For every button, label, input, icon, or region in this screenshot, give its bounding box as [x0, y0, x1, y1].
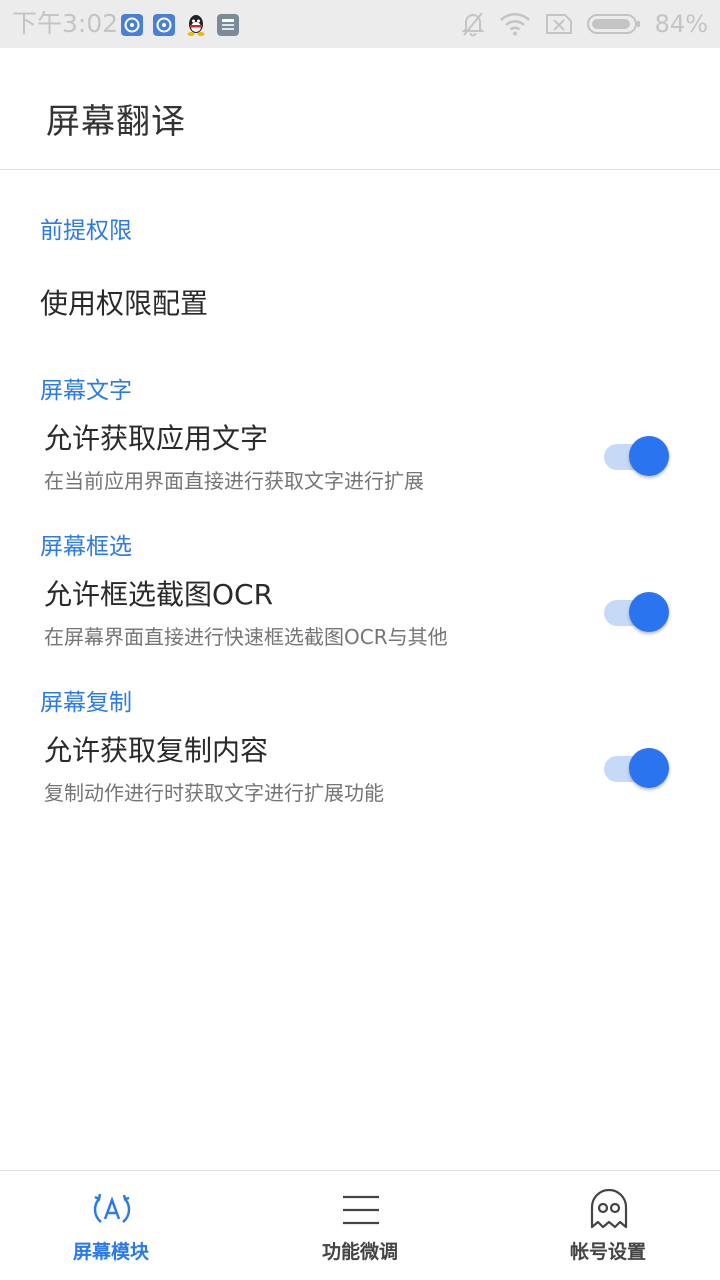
screen-translate-settings: 下午3:02 84% 屏幕翻译 前提权限 使用权限配置 屏幕文字 允许获取应用文…: [0, 0, 720, 1280]
section-header-screen-copy: 屏幕复制: [40, 690, 132, 716]
permission-config-row[interactable]: 使用权限配置: [0, 270, 720, 340]
bell-off-icon: [461, 11, 485, 37]
permission-config-label: 使用权限配置: [40, 287, 209, 320]
toggle-thumb: [629, 592, 669, 632]
section-header-prerequisite: 前提权限: [40, 218, 132, 244]
app-notification-icon: [152, 13, 176, 37]
ghost-icon: [588, 1188, 630, 1231]
page-title: 屏幕翻译: [46, 102, 186, 142]
nav-tab-label: 功能微调: [321, 1241, 398, 1263]
status-right-group: 84%: [461, 9, 708, 39]
bottom-nav: 屏幕模块 功能微调 帐号设置: [0, 1170, 720, 1280]
section-header-screen-text: 屏幕文字: [40, 378, 132, 404]
app-header: 屏幕翻译: [0, 48, 720, 170]
toggle-thumb: [629, 436, 669, 476]
screen-select-setting-title: 允许框选截图OCR: [44, 578, 274, 611]
screen-text-setting-description: 在当前应用界面直接进行获取文字进行扩展: [44, 469, 424, 493]
nav-tab-account-settings[interactable]: 帐号设置: [508, 1171, 708, 1280]
no-sim-icon: [545, 13, 573, 35]
battery-percent: 84%: [654, 10, 708, 38]
wifi-icon: [499, 12, 531, 36]
qq-icon: [184, 13, 208, 37]
screen-select-toggle[interactable]: [604, 592, 670, 634]
translate-a-icon: [91, 1189, 133, 1231]
sim-card-icon: [216, 13, 240, 37]
screen-copy-toggle[interactable]: [604, 748, 670, 790]
screen-text-setting-title: 允许获取应用文字: [44, 422, 269, 455]
app-notification-icon: [120, 13, 144, 37]
nav-tab-label: 帐号设置: [569, 1241, 646, 1263]
screen-copy-setting-description: 复制动作进行时获取文字进行扩展功能: [44, 781, 384, 805]
screen-select-setting-description: 在屏幕界面直接进行快速框选截图OCR与其他: [44, 625, 448, 649]
screen-text-toggle[interactable]: [604, 436, 670, 478]
nav-tab-feature-tuning[interactable]: 功能微调: [260, 1171, 460, 1280]
section-header-screen-select: 屏幕框选: [40, 534, 132, 560]
status-time: 下午3:02: [12, 9, 119, 38]
nav-tab-screen-module[interactable]: 屏幕模块: [11, 1171, 211, 1280]
battery-icon: [586, 13, 641, 35]
nav-tab-label: 屏幕模块: [72, 1241, 149, 1263]
menu-lines-icon: [340, 1189, 382, 1231]
screen-copy-setting-title: 允许获取复制内容: [44, 734, 269, 767]
status-bar: 下午3:02 84%: [0, 0, 720, 48]
toggle-thumb: [629, 748, 669, 788]
